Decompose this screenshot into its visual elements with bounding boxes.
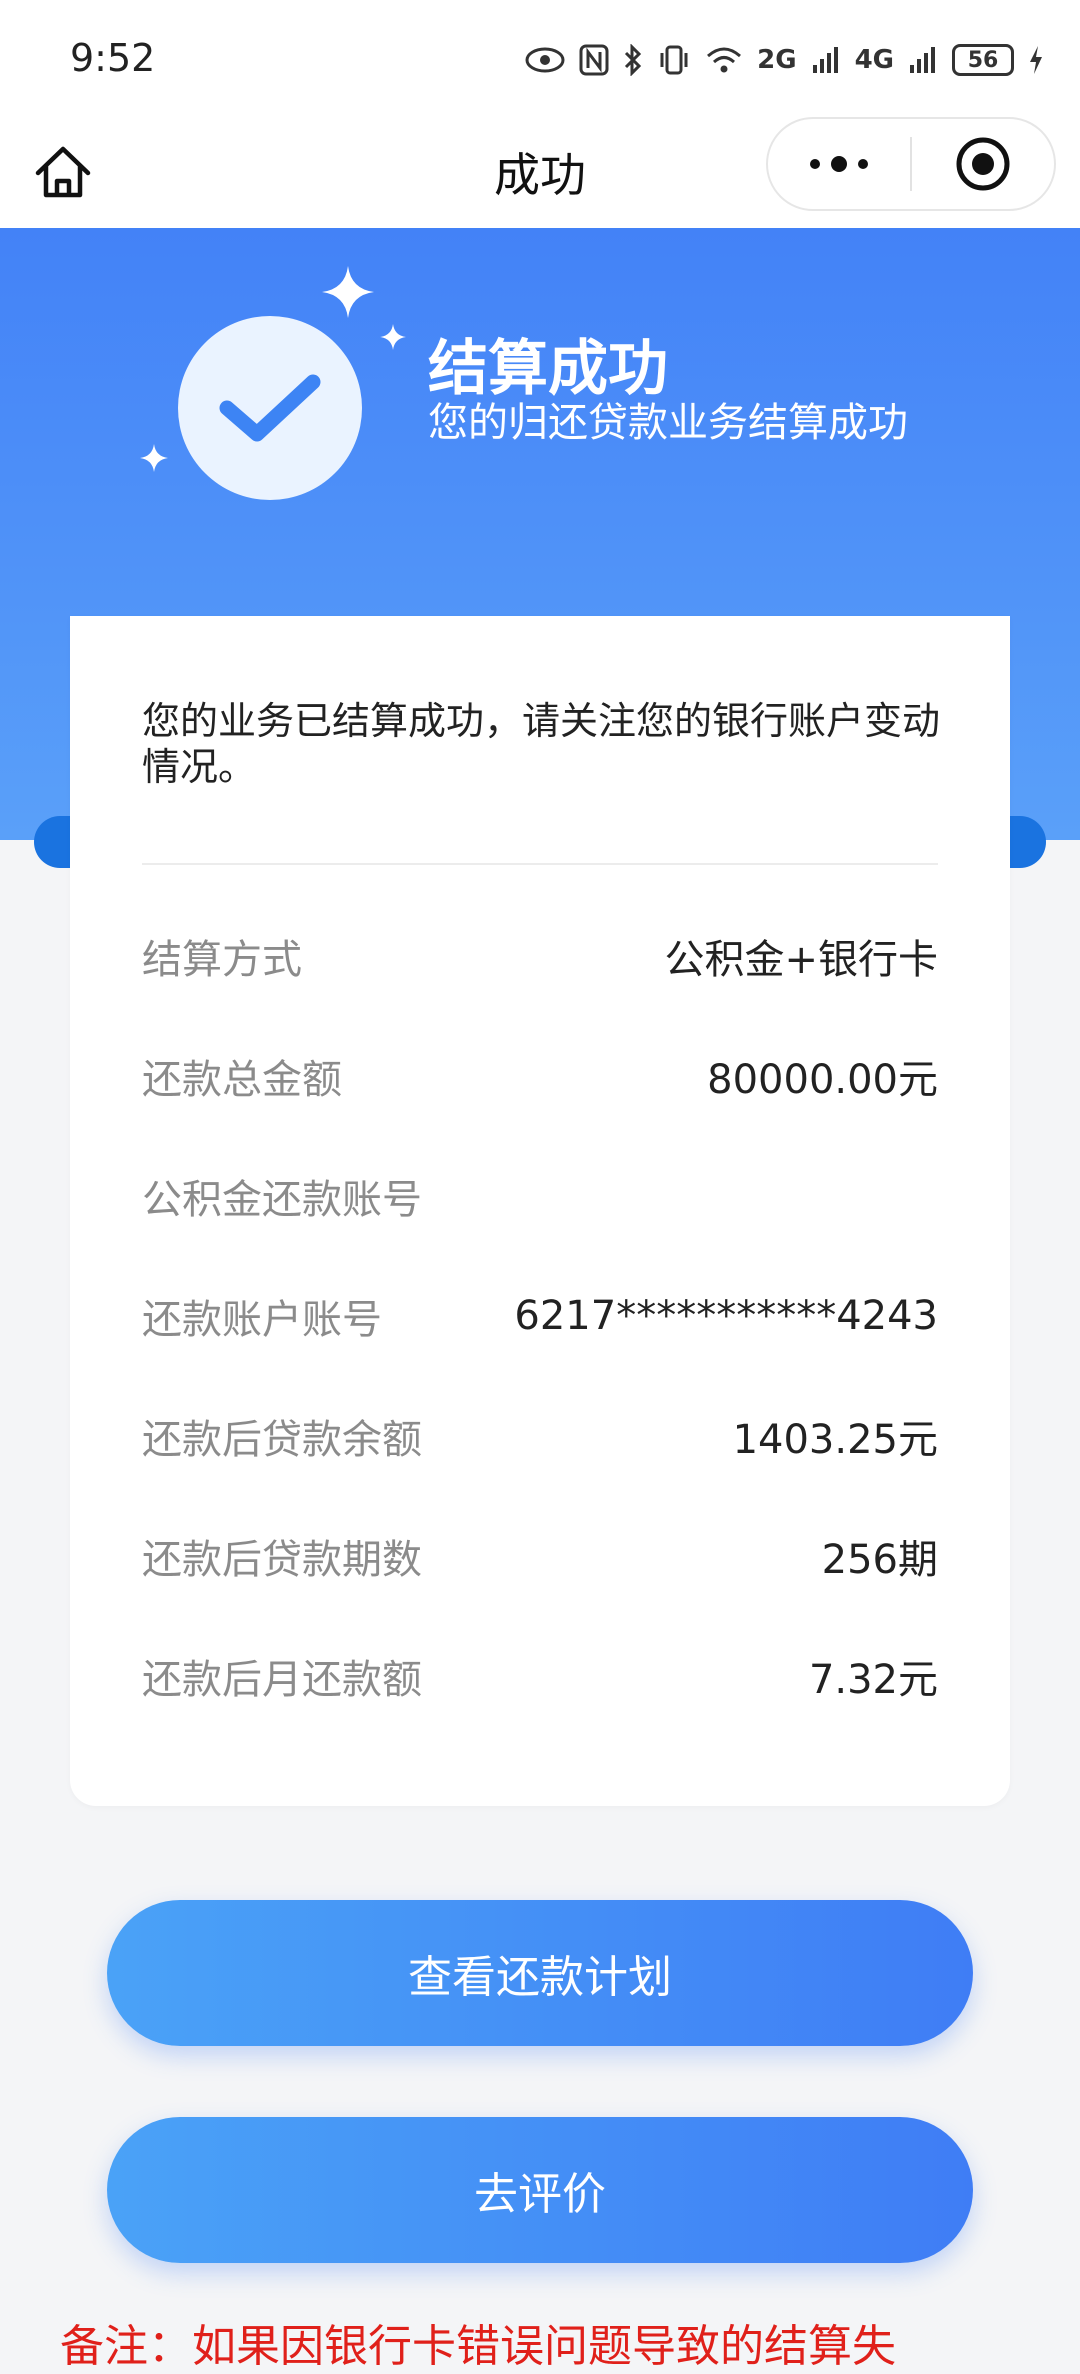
detail-label: 还款后贷款余额	[142, 1417, 422, 1463]
signal-icon	[812, 47, 838, 73]
mini-program-capsule	[766, 117, 1056, 211]
detail-label: 还款账户账号	[142, 1297, 382, 1343]
card-divider	[142, 863, 938, 865]
detail-label: 还款后贷款期数	[142, 1537, 422, 1583]
bluetooth-icon	[625, 44, 642, 76]
wifi-icon	[707, 47, 742, 73]
detail-value: 256期	[821, 1537, 938, 1583]
battery-indicator: 56	[952, 44, 1014, 76]
checkmark-icon	[219, 374, 321, 442]
detail-value: 6217***********4243	[514, 1293, 938, 1339]
hero-subtitle: 您的归还贷款业务结算成功	[428, 400, 908, 446]
detail-row: 公积金还款账号	[142, 1166, 938, 1226]
detail-label: 公积金还款账号	[142, 1177, 422, 1223]
signal-icon	[910, 47, 935, 73]
vibrate-icon	[660, 45, 688, 75]
settlement-message: 您的业务已结算成功，请关注您的银行账户变动情况。	[142, 699, 941, 789]
network-4g-label: 4G	[854, 45, 894, 75]
detail-row: 结算方式 公积金+银行卡	[142, 926, 938, 986]
detail-row: 还款账户账号 6217***********4243	[142, 1286, 938, 1346]
status-icons: 2G 4G 56	[525, 40, 1044, 80]
remark-note: 备注：如果因银行卡错误问题导致的结算失	[60, 2321, 896, 2372]
success-check-badge	[178, 316, 362, 500]
status-time: 9:52	[70, 36, 156, 80]
charging-icon	[1030, 46, 1042, 74]
detail-row: 还款后贷款余额 1403.25元	[142, 1406, 938, 1466]
sparkle-icon	[322, 266, 374, 318]
nav-bar: 成功	[0, 115, 1080, 228]
more-dots-icon	[810, 156, 868, 172]
detail-value: 1403.25元	[732, 1417, 938, 1463]
detail-label: 还款后月还款额	[142, 1657, 422, 1703]
sparkle-icon	[380, 324, 406, 350]
view-repayment-plan-button[interactable]: 查看还款计划	[107, 1900, 973, 2046]
detail-row: 还款后贷款期数 256期	[142, 1526, 938, 1586]
detail-row: 还款总金额 80000.00元	[142, 1046, 938, 1106]
detail-label: 结算方式	[142, 937, 302, 983]
network-2g-label: 2G	[757, 45, 797, 75]
detail-label: 还款总金额	[142, 1057, 342, 1103]
settlement-card: 您的业务已结算成功，请关注您的银行账户变动情况。 结算方式 公积金+银行卡 还款…	[70, 616, 1010, 1806]
more-button[interactable]	[768, 119, 910, 209]
detail-value: 7.32元	[808, 1657, 938, 1703]
close-mini-program-button[interactable]	[912, 119, 1054, 209]
sparkle-icon	[140, 444, 168, 472]
nfc-icon	[579, 44, 609, 76]
eye-icon	[525, 47, 565, 73]
detail-value: 公积金+银行卡	[664, 937, 938, 983]
detail-value: 80000.00元	[707, 1057, 938, 1103]
target-close-icon	[956, 137, 1010, 191]
detail-row: 还款后月还款额 7.32元	[142, 1646, 938, 1706]
status-bar: 9:52 2G 4G 56	[0, 0, 1080, 115]
rate-button[interactable]: 去评价	[107, 2117, 973, 2263]
